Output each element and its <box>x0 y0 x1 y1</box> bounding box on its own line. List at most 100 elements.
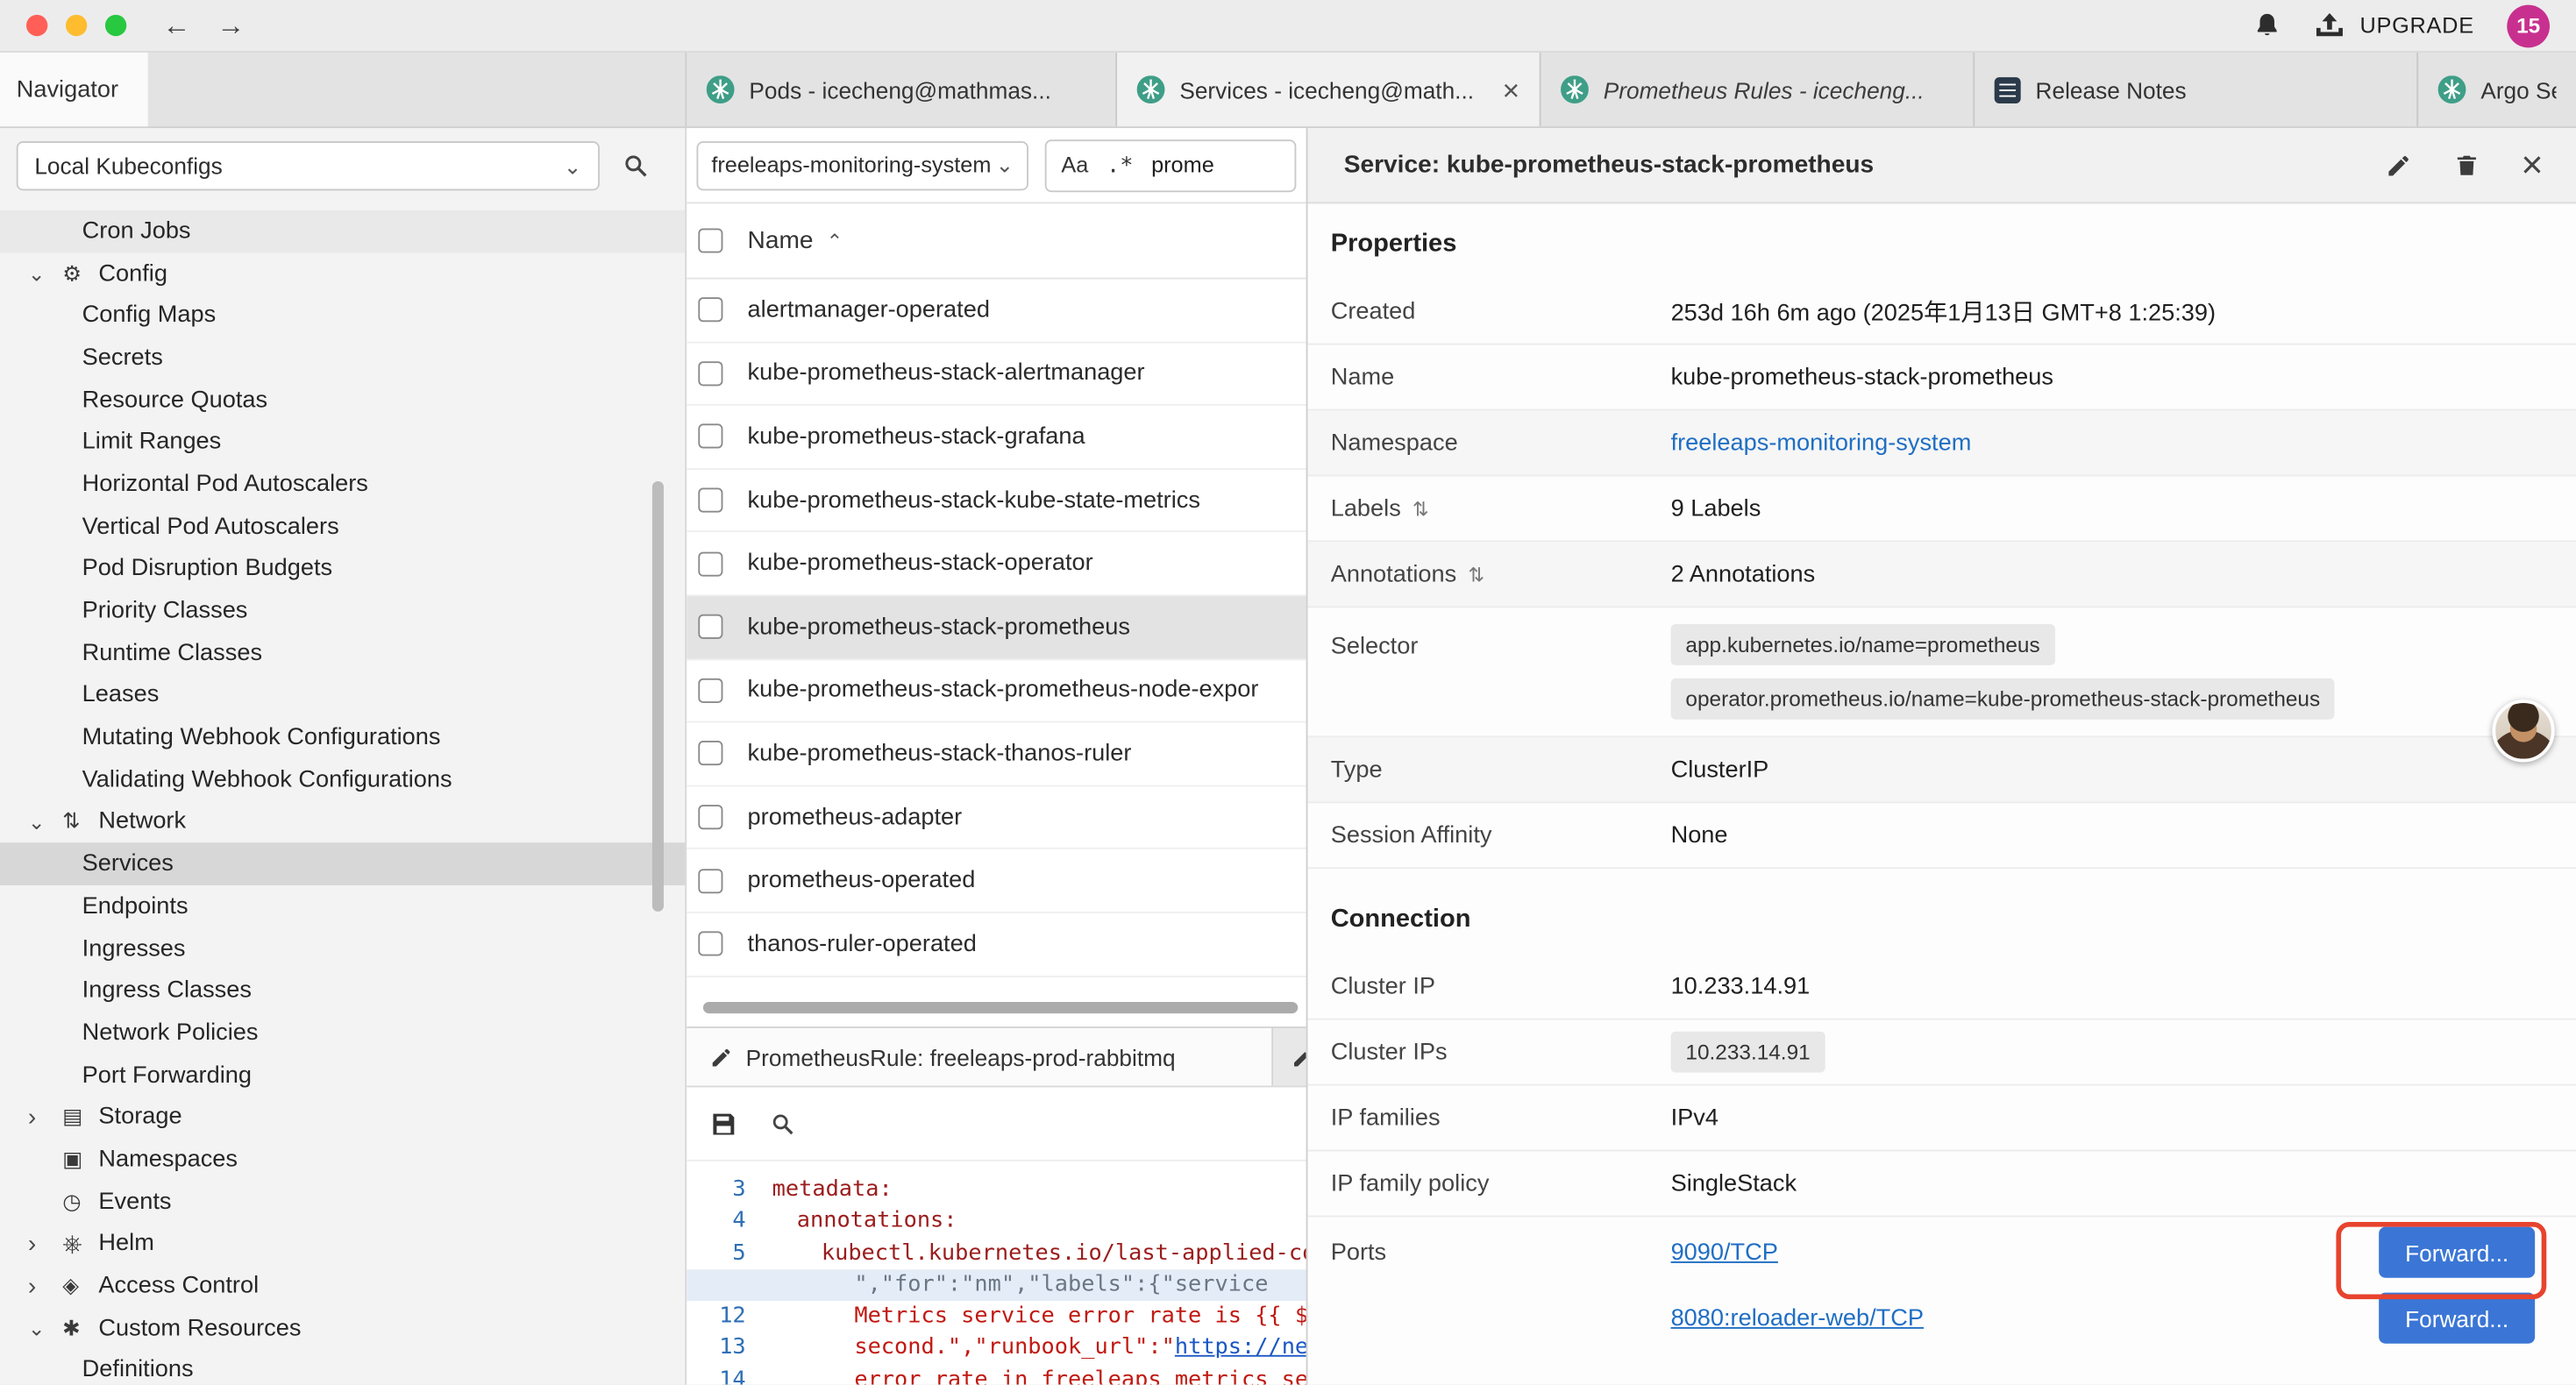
forward-port-button[interactable]: Forward... <box>2379 1293 2535 1344</box>
sidebar-item[interactable]: Secrets <box>0 337 685 379</box>
yaml-editor[interactable]: 3 metadata: 4 annotations: 5 kubectl.kub… <box>687 1161 1306 1385</box>
sidebar-item[interactable]: Runtime Classes <box>0 632 685 674</box>
port-link[interactable]: 8080:reloader-web/TCP <box>1671 1305 1924 1332</box>
close-window-button[interactable] <box>26 15 47 36</box>
sidebar-item[interactable]: Horizontal Pod Autoscalers <box>0 464 685 506</box>
editor-search-icon[interactable] <box>771 1112 795 1136</box>
close-drawer-button[interactable] <box>2521 146 2543 184</box>
horizontal-scrollbar[interactable] <box>703 1002 1298 1013</box>
tab-services[interactable]: Services - icecheng@math... <box>1117 53 1541 126</box>
select-all-checkbox[interactable] <box>698 228 722 252</box>
forward-button[interactable]: → <box>217 11 245 39</box>
row-checkbox[interactable] <box>698 932 722 956</box>
minimize-window-button[interactable] <box>66 15 87 36</box>
row-checkbox[interactable] <box>698 805 722 829</box>
row-checkbox[interactable] <box>698 742 722 766</box>
sidebar-item[interactable]: Network <box>0 801 685 843</box>
sidebar-item[interactable]: Namespaces <box>0 1139 685 1181</box>
notifications-bell-icon[interactable] <box>2255 11 2281 39</box>
sidebar-item[interactable]: Mutating Webhook Configurations <box>0 716 685 758</box>
sidebar-item-label: Validating Webhook Configurations <box>82 767 452 793</box>
name-column-header[interactable]: Name <box>748 227 814 255</box>
service-row[interactable]: kube-prometheus-stack-prometheus <box>687 596 1306 659</box>
row-checkbox[interactable] <box>698 551 722 576</box>
service-row[interactable]: kube-prometheus-stack-prometheus-node-ex… <box>687 659 1306 722</box>
edit-icon <box>1292 1046 1306 1069</box>
sidebar-item[interactable]: Validating Webhook Configurations <box>0 759 685 801</box>
sidebar-search-icon[interactable] <box>623 153 649 179</box>
line-number <box>687 1269 745 1301</box>
notification-count-badge[interactable]: 15 <box>2507 4 2550 47</box>
service-row[interactable]: kube-prometheus-stack-alertmanager <box>687 343 1306 406</box>
regex-toggle[interactable]: .* <box>1107 152 1133 178</box>
sidebar-item[interactable]: Storage <box>0 1097 685 1139</box>
tab-pods[interactable]: Pods - icecheng@mathmas... <box>687 53 1117 126</box>
match-case-toggle[interactable]: Aa <box>1061 153 1088 177</box>
sidebar-item[interactable]: Resource Quotas <box>0 379 685 421</box>
sidebar-item[interactable]: Pod Disruption Budgets <box>0 548 685 590</box>
cluster-ips-row: Cluster IPs 10.233.14.91 <box>1307 1020 2576 1086</box>
search-input[interactable]: prome <box>1151 153 1214 177</box>
sidebar-item[interactable]: Vertical Pod Autoscalers <box>0 506 685 548</box>
sidebar-item[interactable]: Leases <box>0 674 685 716</box>
forward-port-button[interactable]: Forward... <box>2379 1227 2535 1278</box>
delete-service-button[interactable] <box>2454 153 2479 177</box>
sidebar-item[interactable]: Helm <box>0 1223 685 1265</box>
editor-tab-prometheusrule[interactable]: PrometheusRule: freeleaps-prod-rabbitmq <box>687 1028 1273 1086</box>
sidebar-item[interactable]: Definitions <box>0 1349 685 1384</box>
sidebar-item[interactable]: Ingress Classes <box>0 970 685 1012</box>
expand-collapse-icon[interactable] <box>1413 497 1429 520</box>
tab-argo[interactable]: Argo Se <box>2418 53 2576 126</box>
sidebar-item[interactable]: Port Forwarding <box>0 1054 685 1096</box>
sidebar-item[interactable]: Endpoints <box>0 885 685 927</box>
row-checkbox[interactable] <box>698 614 722 639</box>
sidebar-item[interactable]: Access Control <box>0 1265 685 1307</box>
sidebar-item[interactable]: Config Maps <box>0 295 685 337</box>
sidebar-item[interactable]: Limit Ranges <box>0 421 685 463</box>
sidebar-item[interactable]: Config <box>0 252 685 295</box>
service-row[interactable]: kube-prometheus-stack-operator <box>687 533 1306 596</box>
sidebar-item[interactable]: Services <box>0 843 685 885</box>
name-row: Name kube-prometheus-stack-prometheus <box>1307 344 2576 410</box>
service-row[interactable]: prometheus-adapter <box>687 786 1306 849</box>
tab-label: Prometheus Rules - icecheng... <box>1604 76 1953 103</box>
sidebar-item[interactable]: Network Policies <box>0 1012 685 1054</box>
service-row[interactable]: kube-prometheus-stack-thanos-ruler <box>687 723 1306 786</box>
sidebar-item[interactable]: Priority Classes <box>0 590 685 632</box>
tab-release-notes[interactable]: Release Notes <box>1975 53 2418 126</box>
editor-tab-partial[interactable] <box>1282 1028 1306 1086</box>
service-row[interactable]: alertmanager-operated <box>687 280 1306 343</box>
service-row[interactable]: kube-prometheus-stack-kube-state-metrics <box>687 469 1306 532</box>
sidebar-item[interactable]: Ingresses <box>0 927 685 970</box>
row-checkbox[interactable] <box>698 678 722 703</box>
expand-collapse-icon[interactable] <box>1468 563 1484 586</box>
sidebar-scrollbar[interactable] <box>652 481 664 912</box>
row-checkbox[interactable] <box>698 869 722 893</box>
service-row[interactable]: prometheus-operated <box>687 849 1306 913</box>
row-checkbox[interactable] <box>698 424 722 449</box>
row-checkbox[interactable] <box>698 361 722 386</box>
back-button[interactable]: ← <box>162 11 190 39</box>
namespace-link[interactable]: freeleaps-monitoring-system <box>1671 430 1972 456</box>
maximize-window-button[interactable] <box>105 15 126 36</box>
tab-prometheus-rules[interactable]: Prometheus Rules - icecheng... <box>1541 53 1975 126</box>
sidebar-item-label: Config <box>98 260 167 287</box>
sidebar-item[interactable]: Cron Jobs <box>0 210 685 252</box>
close-tab-icon[interactable] <box>1502 75 1519 104</box>
save-icon[interactable] <box>709 1110 737 1138</box>
upgrade-button[interactable]: UPGRADE <box>2314 12 2474 39</box>
row-checkbox[interactable] <box>698 488 722 513</box>
service-row[interactable]: kube-prometheus-stack-grafana <box>687 406 1306 469</box>
list-search-box[interactable]: Aa .* prome <box>1045 138 1297 191</box>
sidebar-item[interactable]: Events <box>0 1181 685 1223</box>
line-number: 12 <box>687 1301 745 1332</box>
namespace-selector[interactable]: freeleaps-monitoring-system <box>696 140 1028 189</box>
sidebar-item-label: Access Control <box>98 1273 259 1299</box>
sidebar-item[interactable]: Custom Resources <box>0 1307 685 1349</box>
service-row[interactable]: thanos-ruler-operated <box>687 913 1306 977</box>
user-avatar[interactable] <box>2492 700 2554 762</box>
port-link[interactable]: 9090/TCP <box>1671 1239 1778 1266</box>
kubeconfig-selector[interactable]: Local Kubeconfigs <box>17 141 600 190</box>
edit-service-button[interactable] <box>2385 152 2411 178</box>
row-checkbox[interactable] <box>698 298 722 323</box>
